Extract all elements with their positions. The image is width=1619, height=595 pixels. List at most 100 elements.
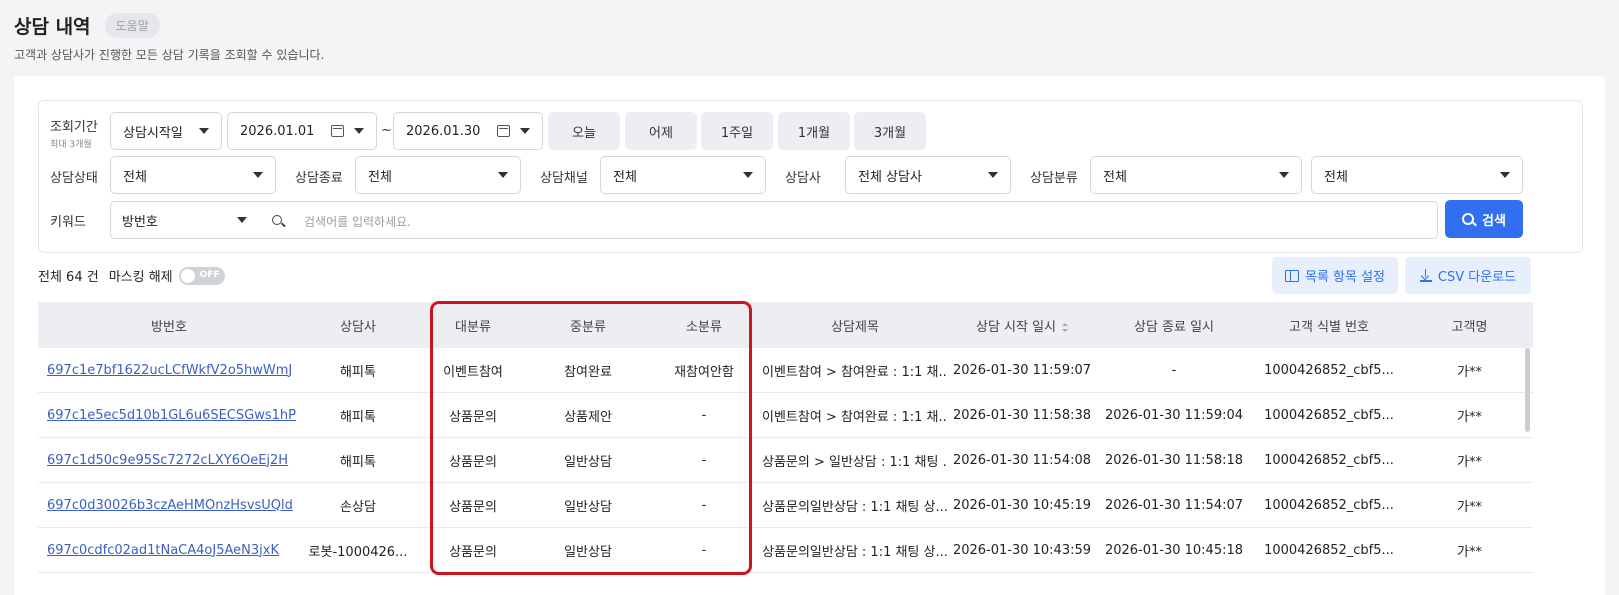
calendar-icon (497, 125, 510, 137)
quick-3months-button[interactable]: 3개월 (854, 112, 926, 150)
toggle-state: OFF (199, 269, 220, 280)
page-title: 상담 내역 (14, 16, 91, 38)
cell-customer-id: 1000426852_cbf5... (1264, 542, 1394, 558)
quick-yesterday-button[interactable]: 어제 (625, 112, 697, 150)
category-select[interactable]: 전체 (1090, 156, 1302, 194)
chevron-down-icon (1500, 172, 1510, 178)
table-row[interactable]: 697c0d30026b3czAeHMOnzHsvsUQld 손상담 상품문의 일반상… (38, 483, 1533, 528)
col-customer-name[interactable]: 고객명 (1406, 316, 1533, 335)
table-row[interactable]: 697c1d50c9e95Sc7272cLXY6OeEj2H 해피톡 상품문의 일반상… (38, 438, 1533, 483)
table-body: 697c1e7bf1622ucLCfWkfV2o5hwWmJ 해피톡 이벤트참여 참여… (38, 348, 1533, 573)
cell-agent: 손상담 (340, 499, 376, 515)
table-row[interactable]: 697c1e7bf1622ucLCfWkfV2o5hwWmJ 해피톡 이벤트참여 참여… (38, 348, 1533, 393)
period-type-value: 상담시작일 (123, 125, 183, 141)
cell-room-id: 697c0cdfc02ad1tNaCA4oJ5AeN3jxK (38, 543, 300, 558)
cell-room-id: 697c1e7bf1622ucLCfWkfV2o5hwWmJ (38, 363, 300, 378)
result-meta: 전체 64 건 마스킹 해제 OFF (38, 266, 225, 285)
end-type-label: 상담종료 (295, 171, 343, 186)
cell-customer-name: 가** (1457, 409, 1482, 425)
cell-customer-name: 가** (1457, 454, 1482, 470)
cell-customer-name: 가** (1457, 544, 1482, 560)
chevron-down-icon (1279, 172, 1289, 178)
col-room-id[interactable]: 방번호 (38, 316, 300, 335)
table-scrollbar[interactable] (1525, 348, 1530, 432)
content-card: 조회기간 최대 3개월 상담시작일 2026.01.01 ~ 2026.01.3… (14, 76, 1605, 595)
cell-room-id: 697c1e5ec5d10b1GL6u6SECSGws1hP (38, 408, 300, 423)
chevron-down-icon (498, 172, 508, 178)
sort-icon[interactable] (1062, 322, 1069, 332)
end-type-value: 전체 (368, 169, 392, 185)
category-columns-highlight (430, 301, 752, 575)
room-id-link[interactable]: 697c1e7bf1622ucLCfWkfV2o5hwWmJ (47, 363, 292, 378)
cell-customer-id: 1000426852_cbf5... (1264, 407, 1394, 423)
date-separator: ~ (381, 123, 392, 138)
cell-start-time: 2026-01-30 11:58:38 (952, 407, 1092, 423)
help-button[interactable]: 도움말 (104, 13, 160, 38)
subcategory-select[interactable]: 전체 (1311, 156, 1523, 194)
room-id-link[interactable]: 697c0cdfc02ad1tNaCA4oJ5AeN3jxK (47, 543, 279, 558)
col-end-time[interactable]: 상담 종료 일시 (1096, 316, 1252, 335)
keyword-label: 키워드 (50, 215, 86, 230)
keyword-field-select[interactable]: 방번호 (110, 201, 259, 239)
period-type-select[interactable]: 상담시작일 (110, 112, 222, 150)
cell-room-id: 697c0d30026b3czAeHMOnzHsvsUQld (38, 498, 300, 513)
channel-select[interactable]: 전체 (600, 156, 766, 194)
cell-customer-id: 1000426852_cbf5... (1264, 362, 1394, 378)
period-hint: 최대 3개월 (50, 140, 92, 150)
table-row[interactable]: 697c1e5ec5d10b1GL6u6SECSGws1hP 해피톡 상품문의 상품제… (38, 393, 1533, 438)
search-icon (272, 215, 282, 225)
chevron-down-icon (988, 172, 998, 178)
col-title[interactable]: 상담제목 (762, 316, 948, 335)
cell-end-time: 2026-01-30 11:54:07 (1104, 497, 1244, 513)
search-button[interactable]: 검색 (1445, 200, 1523, 238)
channel-label: 상담채널 (540, 171, 588, 186)
room-id-link[interactable]: 697c1e5ec5d10b1GL6u6SECSGws1hP (47, 408, 296, 423)
search-icon (1462, 213, 1475, 225)
download-icon (1419, 269, 1432, 282)
room-id-link[interactable]: 697c0d30026b3czAeHMOnzHsvsUQld (47, 498, 293, 513)
consultation-history-page: 상담 내역 도움말 고객과 상담사가 진행한 모든 상담 기록을 조회할 수 있… (0, 0, 1619, 595)
col-start-time-label: 상담 시작 일시 (975, 319, 1057, 335)
period-label: 조회기간 최대 3개월 (50, 116, 98, 150)
cell-agent: 해피톡 (340, 454, 376, 470)
end-date-picker[interactable]: 2026.01.30 (393, 112, 543, 150)
chevron-down-icon (520, 128, 530, 134)
room-id-link[interactable]: 697c1d50c9e95Sc7272cLXY6OeEj2H (47, 453, 288, 468)
cell-customer-id: 1000426852_cbf5... (1264, 452, 1394, 468)
quick-today-button[interactable]: 오늘 (548, 112, 620, 150)
masking-toggle[interactable]: OFF (178, 266, 225, 285)
calendar-icon (331, 125, 344, 137)
end-type-select[interactable]: 전체 (355, 156, 521, 194)
table-row[interactable]: 697c0cdfc02ad1tNaCA4oJ5AeN3jxK 로봇-1000426… (38, 528, 1533, 573)
cell-start-time: 2026-01-30 11:59:07 (952, 362, 1092, 378)
filter-panel: 조회기간 최대 3개월 상담시작일 2026.01.01 ~ 2026.01.3… (38, 100, 1583, 253)
cell-room-id: 697c1d50c9e95Sc7272cLXY6OeEj2H (38, 453, 300, 468)
col-start-time[interactable]: 상담 시작 일시 (948, 316, 1096, 335)
agent-label: 상담사 (785, 171, 821, 186)
agent-value: 전체 상담사 (858, 169, 922, 185)
agent-select[interactable]: 전체 상담사 (845, 156, 1011, 194)
keyword-input[interactable]: 검색어를 입력하세요. (304, 213, 411, 230)
start-date-picker[interactable]: 2026.01.01 (227, 112, 377, 150)
consultation-table: 방번호 상담사 대분류 중분류 소분류 상담제목 상담 시작 일시 상담 종료 … (38, 302, 1533, 573)
status-select[interactable]: 전체 (110, 156, 276, 194)
status-label: 상담상태 (50, 171, 98, 186)
csv-download-button[interactable]: CSV 다운로드 (1405, 257, 1531, 294)
quick-week-button[interactable]: 1주일 (701, 112, 773, 150)
quick-month-button[interactable]: 1개월 (778, 112, 850, 150)
masking-label: 마스킹 해제 (108, 270, 173, 285)
period-label-text: 조회기간 (50, 120, 98, 135)
status-value: 전체 (123, 169, 147, 185)
col-customer-id[interactable]: 고객 식별 번호 (1252, 316, 1406, 335)
column-settings-button[interactable]: 목록 항목 설정 (1272, 257, 1398, 294)
cell-end-time: - (1171, 362, 1177, 378)
chevron-down-icon (237, 217, 247, 223)
cell-title: 상품문의일반상담 : 1:1 채팅 상... (762, 544, 948, 560)
keyword-field-value: 방번호 (122, 214, 158, 230)
csv-download-label: CSV 다운로드 (1437, 270, 1517, 285)
cell-customer-name: 가** (1457, 499, 1482, 515)
page-header: 상담 내역 도움말 (14, 12, 160, 39)
cell-customer-id: 1000426852_cbf5... (1264, 497, 1394, 513)
col-agent[interactable]: 상담사 (300, 316, 416, 335)
cell-start-time: 2026-01-30 10:45:19 (952, 497, 1092, 513)
